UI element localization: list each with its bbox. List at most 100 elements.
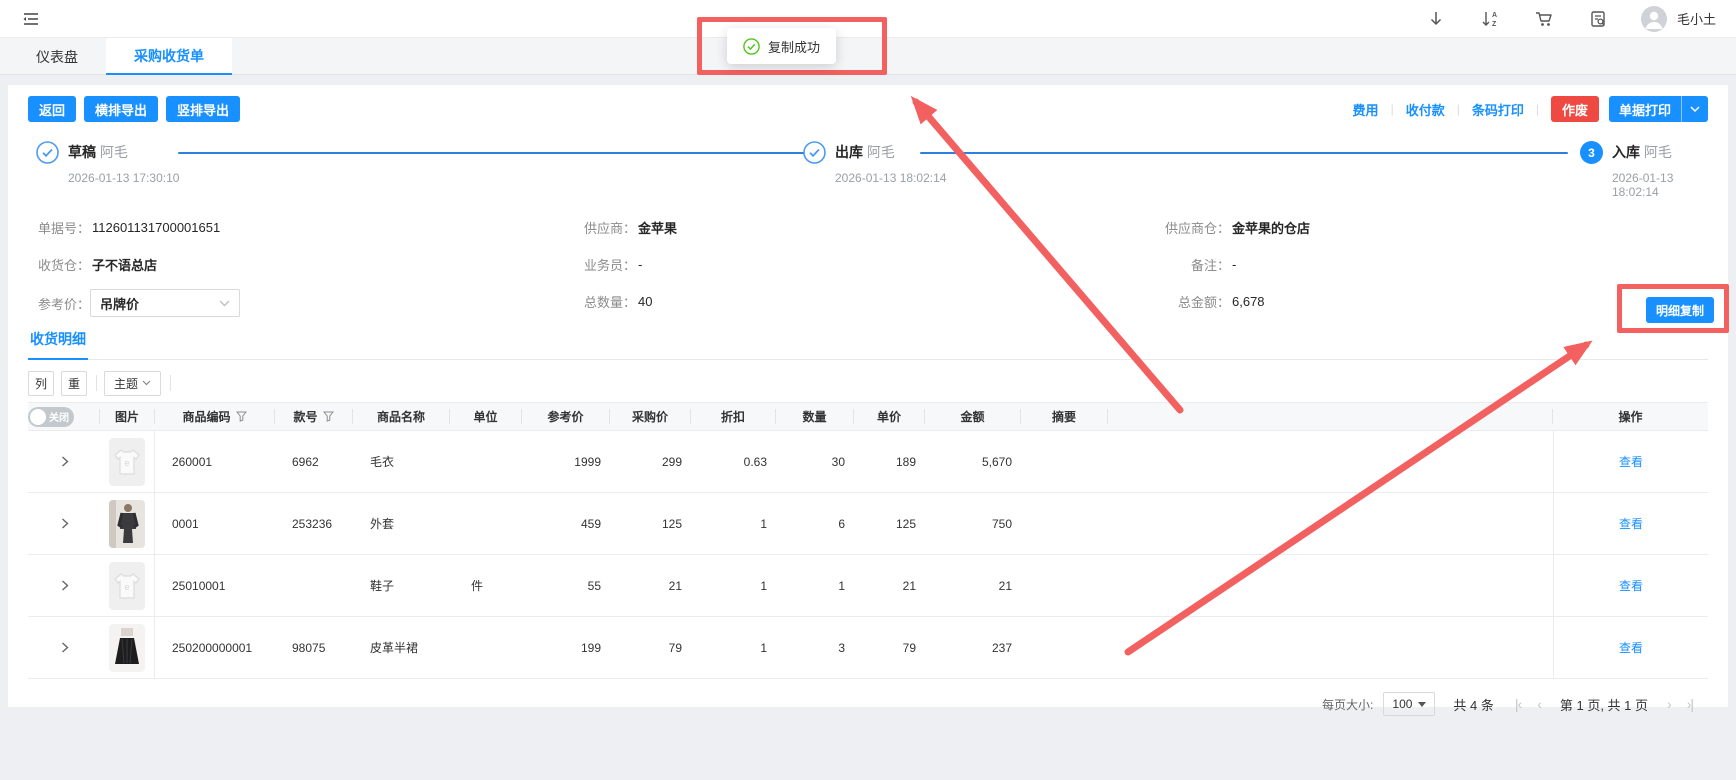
row-action-cell: 查看 xyxy=(1553,431,1708,492)
user-name[interactable]: 毛小土 xyxy=(1677,9,1716,28)
view-link[interactable]: 查看 xyxy=(1619,453,1643,470)
barcode-print-link[interactable]: 条码打印 xyxy=(1472,100,1524,119)
field-label: 供应商 xyxy=(568,218,636,237)
row-expand-icon[interactable] xyxy=(28,641,100,654)
ref-price-value: 吊牌价 xyxy=(100,296,140,312)
col-discount: 折扣 xyxy=(691,409,776,424)
cell-product-code: 250200000001 xyxy=(172,640,253,655)
fees-link[interactable]: 费用 xyxy=(1353,100,1379,119)
field-label: 总数量 xyxy=(568,292,636,311)
col-filler xyxy=(1108,409,1553,424)
doc-print-dropdown[interactable] xyxy=(1681,96,1708,122)
ref-price-select[interactable]: 吊牌价 xyxy=(90,289,240,317)
cell-product-name: 皮革半裙 xyxy=(370,641,419,655)
field-label: 参考价 xyxy=(28,294,90,313)
cell-ref-price: 199 xyxy=(580,640,601,655)
cell-purchase-price: 79 xyxy=(668,640,682,655)
weight-button[interactable]: 重 xyxy=(61,370,87,396)
cell-product-code: 260001 xyxy=(172,454,213,469)
doc-no-value: 112601131700001651 xyxy=(92,219,221,235)
col-product-code[interactable]: 商品编码 xyxy=(155,409,275,424)
theme-dropdown[interactable]: 主题 xyxy=(104,370,162,396)
status-steps: 草稿 阿毛 2026-01-13 17:30:10 出库 阿毛 2026-01-… xyxy=(28,141,1708,199)
void-button[interactable]: 作废 xyxy=(1550,96,1599,122)
cell-product-code: 0001 xyxy=(172,516,199,531)
sort-a-z-icon[interactable]: AZ xyxy=(1479,8,1501,30)
toolbar: 返回 横排导出 竖排导出 费用 | 收付款 | 条码打印 | 作废 单据打印 xyxy=(28,95,1708,123)
payments-link[interactable]: 收付款 xyxy=(1406,100,1445,119)
divider xyxy=(96,375,97,391)
divider: | xyxy=(1390,102,1394,116)
page-size-select[interactable]: 100 xyxy=(1383,692,1436,716)
toggle-knob xyxy=(30,408,46,425)
step-time: 2026-01-13 18:02:14 xyxy=(835,171,947,185)
step-check-icon xyxy=(803,141,826,164)
step-time: 2026-01-13 17:30:10 xyxy=(68,171,180,185)
svg-text:Z: Z xyxy=(1492,21,1497,28)
export-horizontal-button[interactable]: 横排导出 xyxy=(84,96,159,122)
tabbar: 仪表盘 采购收货单 xyxy=(0,38,1736,75)
menu-fold-icon[interactable] xyxy=(20,8,42,30)
product-photo xyxy=(109,623,145,672)
view-link[interactable]: 查看 xyxy=(1619,577,1643,594)
product-photo xyxy=(109,499,145,548)
avatar xyxy=(1640,5,1667,32)
total-qty-value: 40 xyxy=(638,293,653,309)
toggle-label: 关闭 xyxy=(49,413,69,424)
divider: | xyxy=(1535,102,1539,116)
row-expand-icon[interactable] xyxy=(28,517,100,530)
cell-discount: 1 xyxy=(760,578,767,593)
table-row: e 25010001 鞋子 件 55 21 1 1 21 21 查看 xyxy=(28,555,1708,617)
toast-copy-success: 复制成功 xyxy=(727,28,837,64)
cell-unit-price: 189 xyxy=(895,454,916,469)
field-label: 备注 xyxy=(1148,255,1230,274)
row-expand-icon[interactable] xyxy=(28,579,100,592)
tab-receive-detail[interactable]: 收货明细 xyxy=(28,327,88,360)
table-header: 关闭 图片 商品编码 款号 商品名称 单位 参考价 采购价 折扣 数量 单价 金… xyxy=(28,402,1708,431)
cell-amount: 750 xyxy=(991,516,1012,531)
detail-section-header: 收货明细 xyxy=(28,327,1708,360)
table-body: e 260001 6962 毛衣 1999 299 0.63 30 189 5,670 查看 0001… xyxy=(28,431,1708,679)
cart-icon[interactable] xyxy=(1533,8,1555,30)
col-style-no[interactable]: 款号 xyxy=(275,409,353,424)
col-action: 操作 xyxy=(1618,410,1643,424)
cell-style-no: 98075 xyxy=(292,640,326,655)
table-row: e 260001 6962 毛衣 1999 299 0.63 30 189 5,670 查看 xyxy=(28,431,1708,493)
last-page-button[interactable]: ›| xyxy=(1684,696,1696,712)
field-label: 供应商仓 xyxy=(1148,218,1230,237)
row-expand-icon[interactable] xyxy=(28,455,100,468)
user-menu[interactable] xyxy=(1640,5,1667,32)
cell-product-name: 毛衣 xyxy=(370,455,395,469)
first-page-button[interactable]: |‹ xyxy=(1512,696,1524,712)
expand-all-toggle[interactable]: 关闭 xyxy=(28,406,74,427)
view-link[interactable]: 查看 xyxy=(1619,515,1643,532)
view-link[interactable]: 查看 xyxy=(1619,639,1643,656)
order-search-icon[interactable] xyxy=(1587,8,1609,30)
prev-page-button[interactable]: ‹ xyxy=(1534,696,1544,712)
back-button[interactable]: 返回 xyxy=(28,96,77,122)
col-unit: 单位 xyxy=(450,409,522,424)
download-icon[interactable] xyxy=(1425,8,1447,30)
product-image-cell[interactable]: e xyxy=(100,431,155,492)
product-image-cell[interactable] xyxy=(100,493,155,554)
export-vertical-button[interactable]: 竖排导出 xyxy=(166,96,241,122)
doc-print-button[interactable]: 单据打印 xyxy=(1608,96,1708,122)
col-image: 图片 xyxy=(100,409,155,424)
product-image-cell[interactable] xyxy=(100,617,155,678)
columns-button[interactable]: 列 xyxy=(28,370,54,396)
remark-value: - xyxy=(1232,256,1237,272)
cell-ref-price: 459 xyxy=(580,516,601,531)
detail-copy-button[interactable]: 明细复制 xyxy=(1646,297,1715,323)
col-unit-price: 单价 xyxy=(854,409,925,424)
tab-dashboard[interactable]: 仪表盘 xyxy=(8,38,106,75)
cell-style-no: 6962 xyxy=(292,454,319,469)
doc-print-label: 单据打印 xyxy=(1618,102,1671,118)
step-inbound: 3 入库 阿毛 2026-01-13 18:02:14 xyxy=(1580,141,1708,199)
cell-amount: 5,670 xyxy=(981,454,1012,469)
page-info: 第 1 页, 共 1 页 xyxy=(1559,697,1649,713)
step-time: 2026-01-13 18:02:14 xyxy=(1612,171,1674,199)
tab-purchase-receipt[interactable]: 采购收货单 xyxy=(106,38,232,75)
chevron-down-icon xyxy=(1690,105,1700,112)
product-image-cell[interactable]: e xyxy=(100,555,155,616)
next-page-button[interactable]: › xyxy=(1664,696,1674,712)
